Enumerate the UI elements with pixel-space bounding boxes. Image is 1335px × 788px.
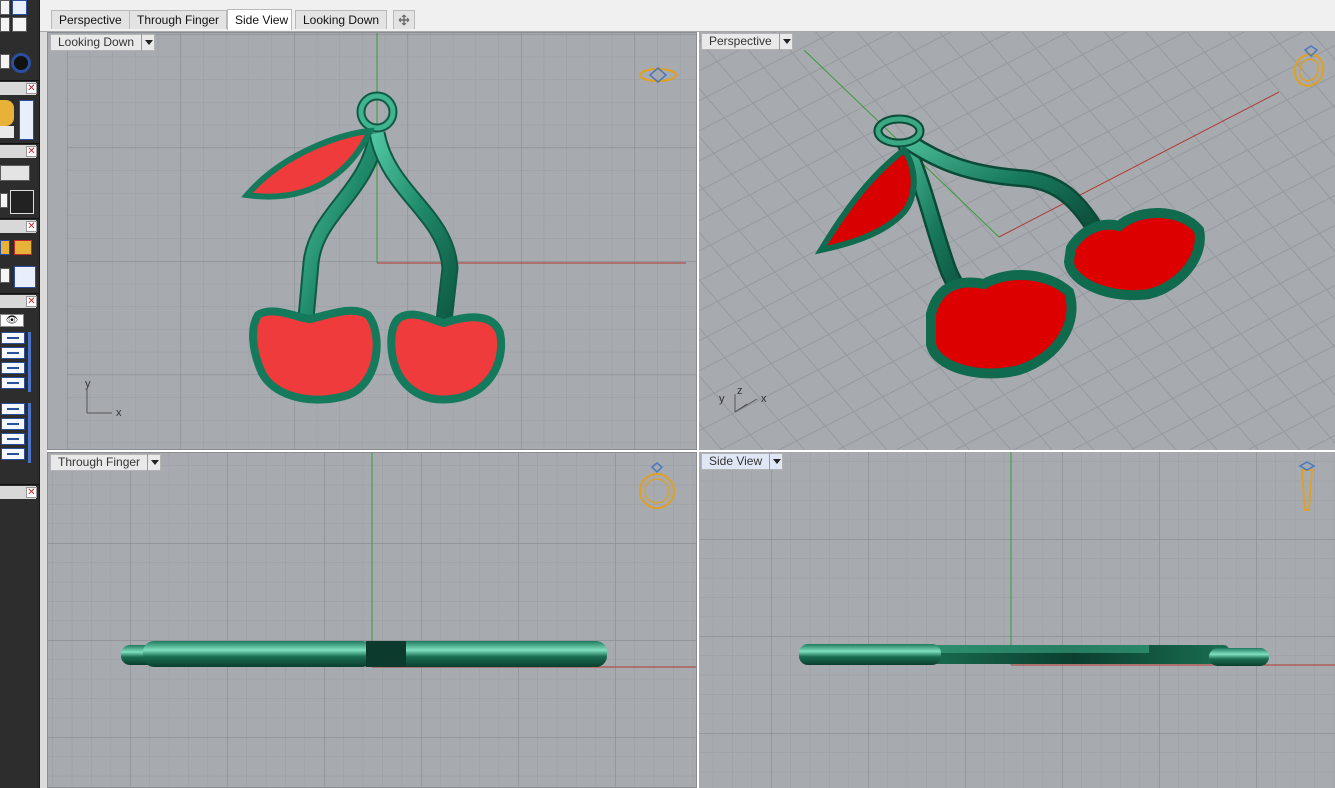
tab-label: Looking Down	[303, 13, 380, 27]
grid-snap-icon[interactable]	[10, 190, 34, 214]
grid-line	[897, 32, 1260, 450]
circle-tool-icon[interactable]	[11, 53, 31, 73]
grid-line	[699, 32, 1335, 62]
left-toolbar: ✕ ✕ ✕ ✕ 👁 ✕	[0, 0, 40, 788]
close-icon[interactable]: ✕	[26, 83, 37, 94]
viewport-label-looking-down[interactable]: Looking Down	[50, 34, 156, 51]
layer-button[interactable]	[1, 362, 25, 374]
axis-x-label: x	[761, 393, 767, 405]
axis-x-label: x	[116, 407, 122, 419]
perspective-canvas[interactable]: y z x	[699, 32, 1335, 450]
toolbar-button[interactable]	[19, 100, 34, 140]
cherry-pendant-model-front[interactable]	[121, 641, 607, 667]
layer-button[interactable]	[1, 347, 25, 359]
close-icon[interactable]: ✕	[26, 146, 37, 157]
viewport-through-finger[interactable]: Through Finger	[47, 452, 697, 788]
grid-line	[699, 135, 971, 450]
grid-line	[699, 32, 718, 42]
viewport-label-through-finger[interactable]: Through Finger	[50, 454, 162, 471]
axis-y-label: y	[719, 393, 725, 405]
gem-tool-icon[interactable]	[0, 100, 14, 126]
perspective-grid	[699, 32, 1335, 450]
viewport-tab-strip: Perspective Through Finger Side View Loo…	[40, 0, 1335, 32]
tab-perspective[interactable]: Perspective	[51, 10, 130, 29]
chevron-down-icon[interactable]	[778, 33, 792, 50]
toolbar-button[interactable]	[0, 0, 10, 15]
layer-button[interactable]	[1, 332, 25, 344]
close-icon[interactable]: ✕	[26, 296, 37, 307]
chevron-down-icon[interactable]	[141, 34, 154, 51]
toolbar-button[interactable]	[0, 193, 8, 208]
tab-label: Perspective	[59, 13, 122, 27]
viewport-divider-horizontal[interactable]	[47, 450, 1335, 452]
looking-down-canvas[interactable]: y x	[48, 33, 697, 450]
toolbar-button[interactable]	[0, 268, 10, 283]
tab-label: Through Finger	[137, 13, 220, 27]
viewport-label-text: Through Finger	[58, 455, 141, 469]
grid-line	[699, 278, 847, 450]
toolbar-button[interactable]	[14, 266, 36, 288]
layer-button[interactable]	[1, 403, 25, 415]
viewport-label-perspective[interactable]: Perspective	[701, 33, 793, 50]
grid-line	[699, 422, 723, 450]
toolbar-button[interactable]	[0, 17, 10, 32]
through-finger-canvas[interactable]	[48, 453, 697, 788]
tab-through-finger[interactable]: Through Finger	[129, 10, 227, 29]
tab-side-view[interactable]: Side View	[227, 9, 292, 30]
viewport-label-side-view[interactable]: Side View	[701, 453, 784, 470]
axis-z-label: z	[737, 385, 743, 397]
chevron-down-icon[interactable]	[147, 454, 160, 471]
viewport-divider-vertical[interactable]	[697, 32, 699, 788]
axis-y-label: y	[85, 378, 91, 390]
tab-looking-down[interactable]: Looking Down	[295, 10, 387, 29]
viewport-perspective[interactable]: y z x Perspective	[699, 32, 1335, 450]
add-tab-button[interactable]	[393, 10, 415, 29]
toolbar-button[interactable]	[12, 0, 27, 15]
chevron-down-icon[interactable]	[769, 453, 782, 470]
cherry-pendant-model[interactable]	[814, 114, 1205, 379]
viewport-label-text: Perspective	[709, 34, 772, 48]
grid-line	[719, 134, 1335, 450]
layer-button[interactable]	[1, 418, 25, 430]
plus-icon	[398, 14, 410, 26]
viewport-label-text: Side View	[709, 454, 763, 468]
viewport-label-text: Looking Down	[58, 35, 135, 49]
close-icon[interactable]: ✕	[26, 221, 37, 232]
toolbar-button[interactable]	[0, 240, 10, 255]
layer-button[interactable]	[1, 433, 25, 445]
viewport-side-view[interactable]: Side View	[699, 452, 1335, 788]
grid-line	[699, 39, 1053, 450]
layer-button[interactable]	[1, 377, 25, 389]
toolbar-button[interactable]	[14, 240, 32, 255]
chevron-down-icon[interactable]	[0, 126, 14, 138]
viewport-gutter	[40, 32, 47, 788]
eye-icon[interactable]: 👁	[0, 314, 24, 327]
grid-line	[699, 32, 1011, 192]
cherry-pendant-model-side[interactable]	[799, 644, 1269, 666]
grid-line	[699, 32, 835, 102]
toolbar-button[interactable]	[0, 165, 30, 181]
toolbar-button[interactable]	[12, 17, 27, 32]
side-view-canvas[interactable]	[699, 452, 1335, 788]
viewport-looking-down[interactable]: y x Looking Down	[47, 32, 697, 450]
tab-label: Side View	[235, 13, 289, 27]
grid-line	[1297, 32, 1335, 450]
layer-button[interactable]	[1, 448, 25, 460]
close-icon[interactable]: ✕	[26, 487, 37, 498]
toolbar-button[interactable]	[0, 54, 10, 69]
